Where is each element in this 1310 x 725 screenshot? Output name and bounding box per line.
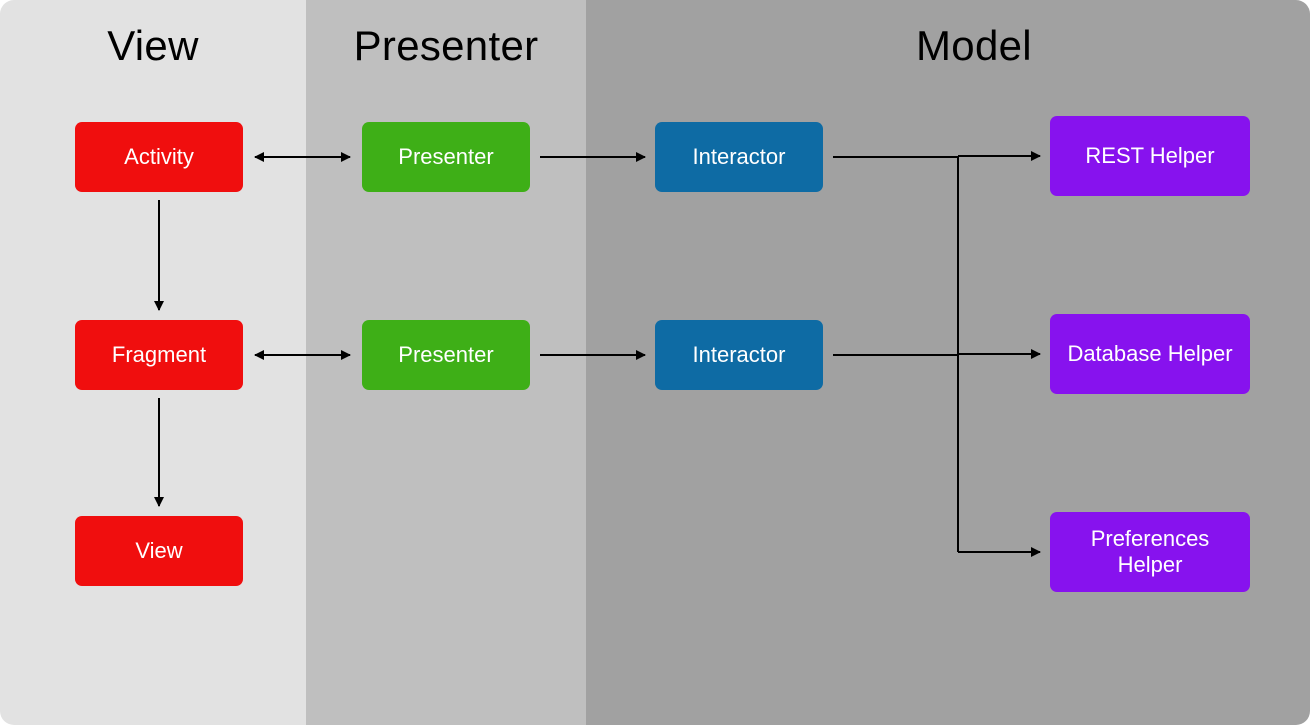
node-presenter-1: Presenter bbox=[362, 122, 530, 192]
node-interactor-1: Interactor bbox=[655, 122, 823, 192]
column-view-title: View bbox=[0, 22, 306, 70]
node-presenter-2: Presenter bbox=[362, 320, 530, 390]
column-model-title: Model bbox=[586, 22, 1310, 70]
column-presenter-title: Presenter bbox=[306, 22, 586, 70]
node-interactor-2: Interactor bbox=[655, 320, 823, 390]
node-fragment: Fragment bbox=[75, 320, 243, 390]
node-view: View bbox=[75, 516, 243, 586]
node-rest-helper: REST Helper bbox=[1050, 116, 1250, 196]
node-activity: Activity bbox=[75, 122, 243, 192]
node-preferences-helper: Preferences Helper bbox=[1050, 512, 1250, 592]
node-database-helper: Database Helper bbox=[1050, 314, 1250, 394]
mvp-architecture-diagram: View Presenter Model Activity Fragment V… bbox=[0, 0, 1310, 725]
